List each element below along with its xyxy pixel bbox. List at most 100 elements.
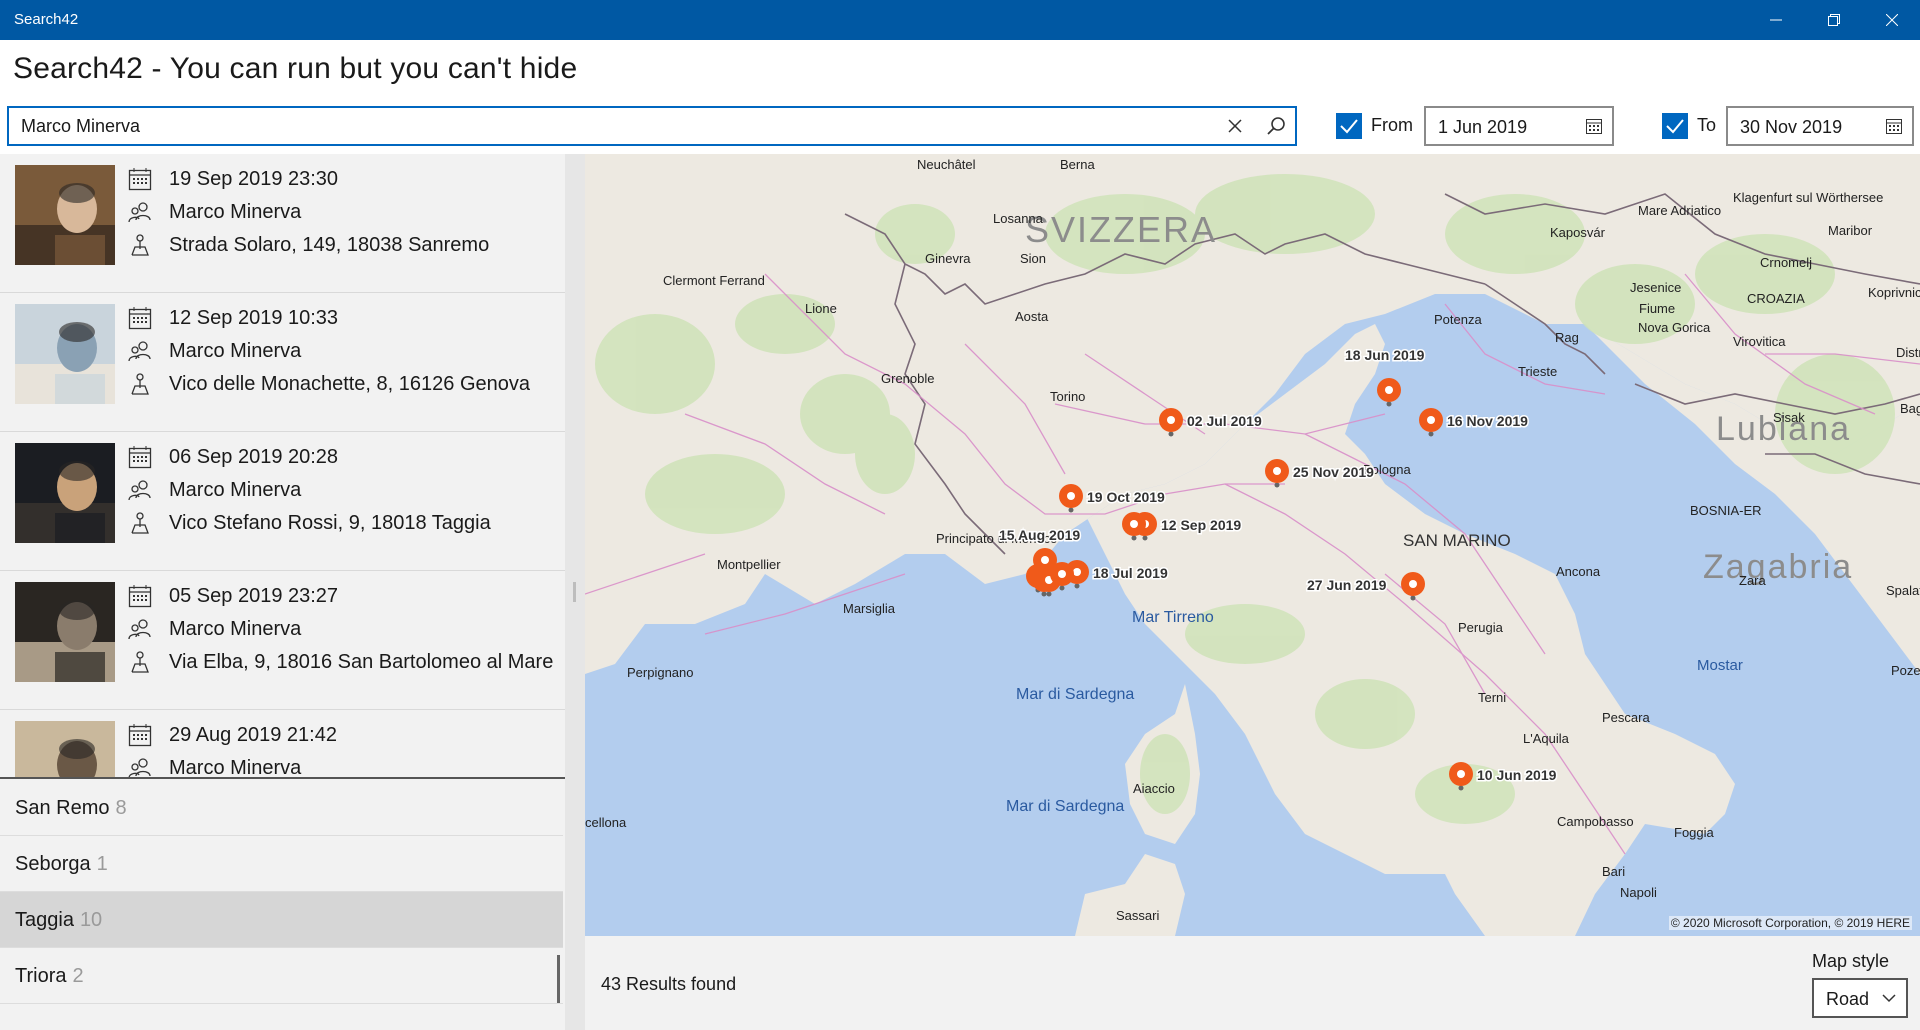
bottom-bar: 43 Results found Map style Road (585, 936, 1920, 1030)
map-place-label: Sion (1020, 251, 1046, 266)
page-title: Search42 - You can run but you can't hid… (13, 52, 578, 85)
map-place-label: Crnomelj (1760, 255, 1812, 270)
checkmark-icon (1666, 119, 1684, 134)
result-address-row: Strada Solaro, 149, 18038 Sanremo (127, 232, 489, 258)
result-address: Strada Solaro, 149, 18038 Sanremo (169, 233, 490, 256)
result-datetime: 19 Sep 2019 23:30 (169, 167, 339, 190)
map-pin[interactable] (1377, 378, 1401, 407)
result-item[interactable]: 05 Sep 2019 23:27 Marco Minerva Via Elba, … (0, 571, 565, 710)
people-icon (127, 755, 153, 778)
place-item[interactable]: Taggia 10 (0, 892, 563, 948)
result-item[interactable]: 06 Sep 2019 20:28 Marco Minerva Vico Stefa… (0, 432, 565, 571)
search-box[interactable] (7, 106, 1297, 146)
result-item[interactable]: 19 Sep 2019 23:30 Marco Minerva Strada Sol… (0, 154, 565, 293)
people-icon (127, 477, 153, 503)
close-icon (1886, 14, 1898, 26)
map-place-label: Spalato (1886, 583, 1920, 598)
map-place-label: Sassari (1116, 908, 1159, 923)
result-item[interactable]: 29 Aug 2019 21:42 Marco Minerva (0, 710, 565, 778)
map-place-label: Montpellier (717, 557, 781, 572)
results-list[interactable]: 19 Sep 2019 23:30 Marco Minerva Strada Sol… (0, 154, 565, 778)
title-bar: Search42 (0, 0, 1920, 40)
result-person: Marco Minerva (169, 200, 302, 223)
calendar-icon (127, 583, 153, 609)
calendar-icon (127, 166, 153, 192)
map-view[interactable]: SVIZZERA Berna Neuchâtel Losanna Ginevra Sion… (585, 154, 1920, 936)
place-name: Seborga (15, 853, 91, 875)
from-label: From (1371, 115, 1413, 135)
to-date-picker[interactable]: 30 Nov 2019 (1726, 106, 1914, 146)
map-place-label: Maribor (1828, 223, 1873, 238)
splitter-grip[interactable] (573, 582, 576, 602)
places-scrollbar[interactable] (557, 955, 560, 1003)
place-name-row: Taggia 10 (15, 909, 102, 932)
restore-icon (1828, 14, 1840, 26)
result-person-row: Marco Minerva (127, 755, 301, 778)
place-name-row: Triora 2 (15, 965, 84, 988)
map-place-label: Koprivnica (1868, 285, 1920, 300)
place-item[interactable]: Triora 2 (0, 948, 563, 1004)
search-button[interactable] (1265, 115, 1287, 137)
map-place-label: Bari (1602, 864, 1625, 879)
map-place-label: Foggia (1674, 825, 1715, 840)
map-pin-label: 19 Oct 2019 (1087, 489, 1165, 505)
place-item[interactable]: Seborga 1 (0, 836, 563, 892)
map-pin-label: 16 Nov 2019 (1447, 413, 1528, 429)
to-date-value: 30 Nov 2019 (1740, 117, 1843, 137)
calendar-icon (127, 722, 153, 748)
map-place-label: Ginevra (925, 251, 971, 266)
place-name-row: San Remo 8 (15, 797, 127, 820)
from-checkbox[interactable] (1336, 113, 1362, 139)
result-address-row: Via Elba, 9, 18016 San Bartolomeo al Mar… (127, 649, 553, 675)
clear-search-button[interactable] (1224, 115, 1246, 137)
result-datetime-row: 19 Sep 2019 23:30 (127, 166, 338, 192)
place-item[interactable]: San Remo 8 (0, 780, 563, 836)
result-person-row: Marco Minerva (127, 477, 301, 503)
map-place-label: Mare Adriatico (1638, 203, 1721, 218)
search-input[interactable] (21, 114, 1201, 138)
chevron-down-icon (1882, 994, 1896, 1003)
map-style-label: Map style (1812, 951, 1890, 971)
restore-button[interactable] (1806, 0, 1862, 40)
map-place-label: Pescara (1602, 710, 1650, 725)
map-style-dropdown[interactable]: Road (1812, 978, 1908, 1018)
result-datetime: 12 Sep 2019 10:33 (169, 306, 339, 329)
map-place-label: Clermont Ferrand (663, 273, 765, 288)
map-place-label: SAN MARINO (1403, 531, 1511, 550)
map-pin-label: 12 Sep 2019 (1161, 517, 1241, 533)
result-person: Marco Minerva (169, 339, 302, 362)
map-place-label: Neuchâtel (917, 157, 976, 172)
from-date-value: 1 Jun 2019 (1438, 117, 1528, 137)
pane-splitter[interactable] (565, 154, 585, 1030)
map-place-label: Perugia (1458, 620, 1504, 635)
result-datetime-row: 12 Sep 2019 10:33 (127, 305, 338, 331)
map-pin[interactable] (1419, 408, 1443, 437)
place-count: 1 (96, 853, 108, 875)
result-address: Vico delle Monachette, 8, 16126 Genova (169, 372, 530, 395)
to-checkbox[interactable] (1662, 113, 1688, 139)
map-place-label: Mar Tirreno (1132, 609, 1214, 626)
map-place-label: Mostar (1697, 657, 1743, 674)
map-copyright: © 2020 Microsoft Corporation, © 2019 HER… (1668, 916, 1912, 930)
map-pin-label: 15 Aug 2019 (999, 527, 1080, 543)
result-photo (15, 304, 115, 404)
result-photo (15, 721, 115, 778)
map-place-label: Perpignano (627, 665, 694, 680)
map-place-label: cellona (585, 815, 627, 830)
places-list[interactable]: San Remo 8 Seborga 1 Taggia 10 Triora 2 (0, 779, 565, 1030)
location-icon (127, 371, 153, 397)
map-place-label: Aosta (1015, 309, 1049, 324)
result-address-row: Vico delle Monachette, 8, 16126 Genova (127, 371, 530, 397)
location-icon (127, 649, 153, 675)
from-date-picker[interactable]: 1 Jun 2019 (1424, 106, 1614, 146)
minimize-button[interactable] (1748, 0, 1804, 40)
results-count: 43 Results found (601, 974, 737, 994)
result-datetime-row: 29 Aug 2019 21:42 (127, 722, 337, 748)
result-item[interactable]: 12 Sep 2019 10:33 Marco Minerva Vico delle… (0, 293, 565, 432)
location-icon (127, 510, 153, 536)
to-label: To (1697, 115, 1717, 135)
close-button[interactable] (1864, 0, 1920, 40)
map-place-label: Kaposvár (1550, 225, 1606, 240)
map-pin-label: 10 Jun 2019 (1477, 767, 1557, 783)
result-datetime-row: 06 Sep 2019 20:28 (127, 444, 338, 470)
